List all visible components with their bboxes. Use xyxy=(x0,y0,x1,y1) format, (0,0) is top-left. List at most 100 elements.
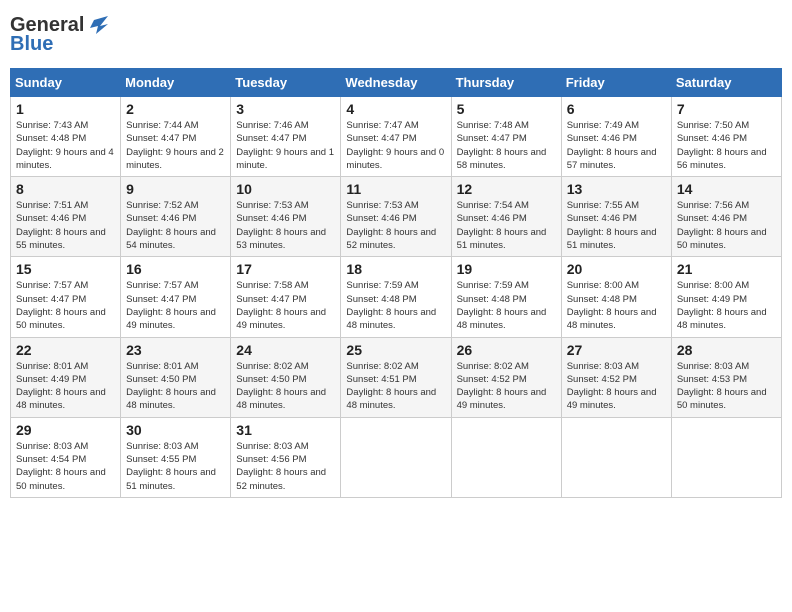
day-content: Sunrise: 8:02 AMSunset: 4:51 PMDaylight:… xyxy=(346,360,445,413)
day-number: 14 xyxy=(677,181,776,197)
day-content: Sunrise: 7:53 AMSunset: 4:46 PMDaylight:… xyxy=(346,199,445,252)
day-number: 25 xyxy=(346,342,445,358)
day-header-thursday: Thursday xyxy=(451,69,561,97)
day-header-tuesday: Tuesday xyxy=(231,69,341,97)
day-content: Sunrise: 7:48 AMSunset: 4:47 PMDaylight:… xyxy=(457,119,556,172)
calendar-cell: 15 Sunrise: 7:57 AMSunset: 4:47 PMDaylig… xyxy=(11,257,121,337)
day-content: Sunrise: 8:03 AMSunset: 4:53 PMDaylight:… xyxy=(677,360,776,413)
day-number: 24 xyxy=(236,342,335,358)
calendar-cell: 5 Sunrise: 7:48 AMSunset: 4:47 PMDayligh… xyxy=(451,97,561,177)
day-content: Sunrise: 7:44 AMSunset: 4:47 PMDaylight:… xyxy=(126,119,225,172)
calendar-cell: 25 Sunrise: 8:02 AMSunset: 4:51 PMDaylig… xyxy=(341,337,451,417)
calendar-cell: 2 Sunrise: 7:44 AMSunset: 4:47 PMDayligh… xyxy=(121,97,231,177)
calendar-table: SundayMondayTuesdayWednesdayThursdayFrid… xyxy=(10,68,782,498)
day-number: 26 xyxy=(457,342,556,358)
day-number: 29 xyxy=(16,422,115,438)
week-row-4: 22 Sunrise: 8:01 AMSunset: 4:49 PMDaylig… xyxy=(11,337,782,417)
calendar-cell: 4 Sunrise: 7:47 AMSunset: 4:47 PMDayligh… xyxy=(341,97,451,177)
day-content: Sunrise: 8:03 AMSunset: 4:52 PMDaylight:… xyxy=(567,360,666,413)
day-content: Sunrise: 8:00 AMSunset: 4:48 PMDaylight:… xyxy=(567,279,666,332)
calendar-cell: 13 Sunrise: 7:55 AMSunset: 4:46 PMDaylig… xyxy=(561,177,671,257)
day-content: Sunrise: 8:02 AMSunset: 4:52 PMDaylight:… xyxy=(457,360,556,413)
day-number: 20 xyxy=(567,261,666,277)
day-number: 3 xyxy=(236,101,335,117)
logo-bird-icon xyxy=(86,16,108,36)
day-header-wednesday: Wednesday xyxy=(341,69,451,97)
day-content: Sunrise: 8:00 AMSunset: 4:49 PMDaylight:… xyxy=(677,279,776,332)
day-content: Sunrise: 7:52 AMSunset: 4:46 PMDaylight:… xyxy=(126,199,225,252)
calendar-cell: 12 Sunrise: 7:54 AMSunset: 4:46 PMDaylig… xyxy=(451,177,561,257)
day-content: Sunrise: 8:01 AMSunset: 4:50 PMDaylight:… xyxy=(126,360,225,413)
calendar-cell: 18 Sunrise: 7:59 AMSunset: 4:48 PMDaylig… xyxy=(341,257,451,337)
week-row-1: 1 Sunrise: 7:43 AMSunset: 4:48 PMDayligh… xyxy=(11,97,782,177)
day-content: Sunrise: 8:03 AMSunset: 4:55 PMDaylight:… xyxy=(126,440,225,493)
day-number: 16 xyxy=(126,261,225,277)
calendar-cell: 8 Sunrise: 7:51 AMSunset: 4:46 PMDayligh… xyxy=(11,177,121,257)
day-number: 15 xyxy=(16,261,115,277)
day-number: 12 xyxy=(457,181,556,197)
day-content: Sunrise: 7:57 AMSunset: 4:47 PMDaylight:… xyxy=(16,279,115,332)
day-number: 28 xyxy=(677,342,776,358)
calendar-cell: 14 Sunrise: 7:56 AMSunset: 4:46 PMDaylig… xyxy=(671,177,781,257)
day-number: 10 xyxy=(236,181,335,197)
calendar-cell xyxy=(671,417,781,497)
calendar-cell: 31 Sunrise: 8:03 AMSunset: 4:56 PMDaylig… xyxy=(231,417,341,497)
calendar-cell: 20 Sunrise: 8:00 AMSunset: 4:48 PMDaylig… xyxy=(561,257,671,337)
day-number: 23 xyxy=(126,342,225,358)
day-number: 17 xyxy=(236,261,335,277)
calendar-cell xyxy=(561,417,671,497)
day-number: 22 xyxy=(16,342,115,358)
calendar-cell: 16 Sunrise: 7:57 AMSunset: 4:47 PMDaylig… xyxy=(121,257,231,337)
day-header-friday: Friday xyxy=(561,69,671,97)
day-number: 31 xyxy=(236,422,335,438)
day-number: 13 xyxy=(567,181,666,197)
calendar-cell: 26 Sunrise: 8:02 AMSunset: 4:52 PMDaylig… xyxy=(451,337,561,417)
day-number: 2 xyxy=(126,101,225,117)
day-number: 7 xyxy=(677,101,776,117)
day-content: Sunrise: 8:03 AMSunset: 4:56 PMDaylight:… xyxy=(236,440,335,493)
week-row-5: 29 Sunrise: 8:03 AMSunset: 4:54 PMDaylig… xyxy=(11,417,782,497)
day-content: Sunrise: 7:51 AMSunset: 4:46 PMDaylight:… xyxy=(16,199,115,252)
calendar-cell: 6 Sunrise: 7:49 AMSunset: 4:46 PMDayligh… xyxy=(561,97,671,177)
day-number: 9 xyxy=(126,181,225,197)
day-number: 4 xyxy=(346,101,445,117)
calendar-cell: 1 Sunrise: 7:43 AMSunset: 4:48 PMDayligh… xyxy=(11,97,121,177)
week-row-3: 15 Sunrise: 7:57 AMSunset: 4:47 PMDaylig… xyxy=(11,257,782,337)
day-number: 19 xyxy=(457,261,556,277)
logo-blue-text: Blue xyxy=(10,33,53,56)
day-number: 21 xyxy=(677,261,776,277)
calendar-cell: 3 Sunrise: 7:46 AMSunset: 4:47 PMDayligh… xyxy=(231,97,341,177)
days-header-row: SundayMondayTuesdayWednesdayThursdayFrid… xyxy=(11,69,782,97)
day-header-monday: Monday xyxy=(121,69,231,97)
day-content: Sunrise: 7:59 AMSunset: 4:48 PMDaylight:… xyxy=(457,279,556,332)
calendar-cell: 7 Sunrise: 7:50 AMSunset: 4:46 PMDayligh… xyxy=(671,97,781,177)
day-header-sunday: Sunday xyxy=(11,69,121,97)
calendar-cell: 29 Sunrise: 8:03 AMSunset: 4:54 PMDaylig… xyxy=(11,417,121,497)
day-number: 1 xyxy=(16,101,115,117)
calendar-cell: 23 Sunrise: 8:01 AMSunset: 4:50 PMDaylig… xyxy=(121,337,231,417)
day-content: Sunrise: 7:43 AMSunset: 4:48 PMDaylight:… xyxy=(16,119,115,172)
calendar-cell xyxy=(341,417,451,497)
calendar-cell: 17 Sunrise: 7:58 AMSunset: 4:47 PMDaylig… xyxy=(231,257,341,337)
day-number: 11 xyxy=(346,181,445,197)
day-content: Sunrise: 8:02 AMSunset: 4:50 PMDaylight:… xyxy=(236,360,335,413)
day-content: Sunrise: 7:56 AMSunset: 4:46 PMDaylight:… xyxy=(677,199,776,252)
day-number: 8 xyxy=(16,181,115,197)
day-number: 18 xyxy=(346,261,445,277)
page-header: General Blue xyxy=(10,10,782,60)
day-content: Sunrise: 7:57 AMSunset: 4:47 PMDaylight:… xyxy=(126,279,225,332)
day-content: Sunrise: 7:53 AMSunset: 4:46 PMDaylight:… xyxy=(236,199,335,252)
day-header-saturday: Saturday xyxy=(671,69,781,97)
day-content: Sunrise: 7:58 AMSunset: 4:47 PMDaylight:… xyxy=(236,279,335,332)
day-content: Sunrise: 7:47 AMSunset: 4:47 PMDaylight:… xyxy=(346,119,445,172)
day-number: 30 xyxy=(126,422,225,438)
calendar-cell: 28 Sunrise: 8:03 AMSunset: 4:53 PMDaylig… xyxy=(671,337,781,417)
calendar-cell xyxy=(451,417,561,497)
day-content: Sunrise: 8:03 AMSunset: 4:54 PMDaylight:… xyxy=(16,440,115,493)
calendar-cell: 11 Sunrise: 7:53 AMSunset: 4:46 PMDaylig… xyxy=(341,177,451,257)
day-number: 27 xyxy=(567,342,666,358)
logo: General Blue xyxy=(10,14,108,56)
day-content: Sunrise: 7:49 AMSunset: 4:46 PMDaylight:… xyxy=(567,119,666,172)
week-row-2: 8 Sunrise: 7:51 AMSunset: 4:46 PMDayligh… xyxy=(11,177,782,257)
calendar-cell: 24 Sunrise: 8:02 AMSunset: 4:50 PMDaylig… xyxy=(231,337,341,417)
